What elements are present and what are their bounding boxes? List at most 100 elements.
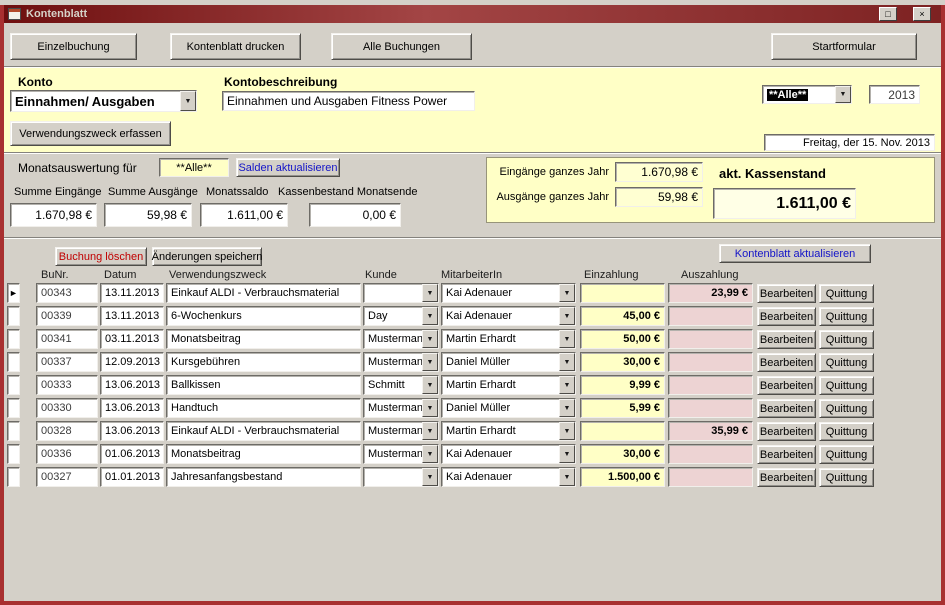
chevron-down-icon[interactable]: ▼ <box>422 422 438 440</box>
verwendungszweck-cell[interactable]: Einkauf ALDI - Verbrauchsmaterial <box>166 283 361 303</box>
verwendungszweck-erfassen-button[interactable]: Verwendungszweck erfassen <box>10 121 171 146</box>
chevron-down-icon[interactable]: ▼ <box>422 399 438 417</box>
chevron-down-icon[interactable]: ▼ <box>559 399 575 417</box>
verwendungszweck-cell[interactable]: Einkauf ALDI - Verbrauchsmaterial <box>166 421 361 441</box>
kunde-combobox[interactable]: Mustermann▼ <box>363 352 439 372</box>
quittung-button[interactable]: Quittung <box>819 284 874 303</box>
verwendungszweck-cell[interactable]: Monatsbeitrag <box>166 444 361 464</box>
bearbeiten-button[interactable]: Bearbeiten <box>757 422 816 441</box>
startformular-button[interactable]: Startformular <box>771 33 917 60</box>
auszahlung-cell[interactable] <box>668 329 753 349</box>
quittung-button[interactable]: Quittung <box>819 376 874 395</box>
auszahlung-cell[interactable] <box>668 352 753 372</box>
record-selector[interactable] <box>7 306 20 326</box>
bearbeiten-button[interactable]: Bearbeiten <box>757 399 816 418</box>
einzahlung-cell[interactable] <box>580 283 665 303</box>
chevron-down-icon[interactable]: ▼ <box>559 284 575 302</box>
kunde-combobox[interactable]: Mustermann▼ <box>363 398 439 418</box>
bearbeiten-button[interactable]: Bearbeiten <box>757 468 816 487</box>
einzahlung-cell[interactable]: 30,00 € <box>580 444 665 464</box>
close-button[interactable]: × <box>913 7 931 21</box>
kunde-combobox[interactable]: Mustermann▼ <box>363 329 439 349</box>
auszahlung-cell[interactable] <box>668 398 753 418</box>
datum-cell[interactable]: 01.01.2013 <box>100 467 164 487</box>
chevron-down-icon[interactable]: ▼ <box>422 376 438 394</box>
chevron-down-icon[interactable]: ▼ <box>422 468 438 486</box>
auszahlung-cell[interactable]: 35,99 € <box>668 421 753 441</box>
record-selector[interactable] <box>7 398 20 418</box>
record-selector[interactable] <box>7 375 20 395</box>
kunde-combobox[interactable]: Schmitt▼ <box>363 375 439 395</box>
chevron-down-icon[interactable]: ▼ <box>559 422 575 440</box>
chevron-down-icon[interactable]: ▼ <box>559 468 575 486</box>
konto-combobox[interactable]: Einnahmen/ Ausgaben ▼ <box>10 90 197 112</box>
salden-aktualisieren-button[interactable]: Salden aktualisieren <box>236 158 340 177</box>
chevron-down-icon[interactable]: ▼ <box>422 307 438 325</box>
einzahlung-cell[interactable] <box>580 421 665 441</box>
monat-filter-combobox[interactable]: **Alle** ▼ <box>762 85 852 104</box>
bearbeiten-button[interactable]: Bearbeiten <box>757 353 816 372</box>
auszahlung-cell[interactable] <box>668 444 753 464</box>
bearbeiten-button[interactable]: Bearbeiten <box>757 330 816 349</box>
kontobeschreibung-field[interactable]: Einnahmen und Ausgaben Fitness Power <box>222 91 475 111</box>
quittung-button[interactable]: Quittung <box>819 422 874 441</box>
bearbeiten-button[interactable]: Bearbeiten <box>757 307 816 326</box>
monat-filter-field[interactable]: **Alle** <box>159 158 229 177</box>
auszahlung-cell[interactable] <box>668 375 753 395</box>
chevron-down-icon[interactable]: ▼ <box>422 284 438 302</box>
chevron-down-icon[interactable]: ▼ <box>559 353 575 371</box>
verwendungszweck-cell[interactable]: Jahresanfangsbestand <box>166 467 361 487</box>
verwendungszweck-cell[interactable]: Kursgebühren <box>166 352 361 372</box>
verwendungszweck-cell[interactable]: Ballkissen <box>166 375 361 395</box>
mitarbeiter-combobox[interactable]: Martin Erhardt▼ <box>441 421 576 441</box>
record-selector[interactable] <box>7 329 20 349</box>
record-selector[interactable] <box>7 444 20 464</box>
kunde-combobox[interactable]: Mustermann▼ <box>363 421 439 441</box>
record-selector[interactable] <box>7 467 20 487</box>
kunde-combobox[interactable]: Day▼ <box>363 306 439 326</box>
mitarbeiter-combobox[interactable]: Daniel Müller▼ <box>441 352 576 372</box>
mitarbeiter-combobox[interactable]: Kai Adenauer▼ <box>441 306 576 326</box>
quittung-button[interactable]: Quittung <box>819 445 874 464</box>
chevron-down-icon[interactable]: ▼ <box>559 376 575 394</box>
datum-cell[interactable]: 12.09.2013 <box>100 352 164 372</box>
mitarbeiter-combobox[interactable]: Kai Adenauer▼ <box>441 467 576 487</box>
kunde-combobox[interactable]: Mustermann▼ <box>363 444 439 464</box>
datum-cell[interactable]: 03.11.2013 <box>100 329 164 349</box>
chevron-down-icon[interactable]: ▼ <box>559 330 575 348</box>
record-selector[interactable]: ► <box>7 283 20 303</box>
chevron-down-icon[interactable]: ▼ <box>835 86 851 103</box>
einzahlung-cell[interactable]: 1.500,00 € <box>580 467 665 487</box>
datum-cell[interactable]: 13.11.2013 <box>100 306 164 326</box>
einzahlung-cell[interactable]: 45,00 € <box>580 306 665 326</box>
bearbeiten-button[interactable]: Bearbeiten <box>757 284 816 303</box>
datum-cell[interactable]: 01.06.2013 <box>100 444 164 464</box>
kontenblatt-drucken-button[interactable]: Kontenblatt drucken <box>170 33 301 60</box>
bearbeiten-button[interactable]: Bearbeiten <box>757 445 816 464</box>
chevron-down-icon[interactable]: ▼ <box>422 445 438 463</box>
bearbeiten-button[interactable]: Bearbeiten <box>757 376 816 395</box>
mitarbeiter-combobox[interactable]: Kai Adenauer▼ <box>441 283 576 303</box>
chevron-down-icon[interactable]: ▼ <box>422 353 438 371</box>
datum-cell[interactable]: 13.06.2013 <box>100 421 164 441</box>
auszahlung-cell[interactable] <box>668 306 753 326</box>
auszahlung-cell[interactable] <box>668 467 753 487</box>
einzahlung-cell[interactable]: 50,00 € <box>580 329 665 349</box>
quittung-button[interactable]: Quittung <box>819 353 874 372</box>
einzahlung-cell[interactable]: 5,99 € <box>580 398 665 418</box>
auszahlung-cell[interactable]: 23,99 € <box>668 283 753 303</box>
aenderungen-speichern-button[interactable]: Änderungen speichern <box>152 247 262 266</box>
mitarbeiter-combobox[interactable]: Kai Adenauer▼ <box>441 444 576 464</box>
mitarbeiter-combobox[interactable]: Martin Erhardt▼ <box>441 329 576 349</box>
datum-cell[interactable]: 13.11.2013 <box>100 283 164 303</box>
chevron-down-icon[interactable]: ▼ <box>180 91 196 111</box>
einzahlung-cell[interactable]: 30,00 € <box>580 352 665 372</box>
kontenblatt-aktualisieren-button[interactable]: Kontenblatt aktualisieren <box>719 244 871 263</box>
record-selector[interactable] <box>7 352 20 372</box>
chevron-down-icon[interactable]: ▼ <box>559 445 575 463</box>
datum-cell[interactable]: 13.06.2013 <box>100 398 164 418</box>
quittung-button[interactable]: Quittung <box>819 307 874 326</box>
chevron-down-icon[interactable]: ▼ <box>559 307 575 325</box>
verwendungszweck-cell[interactable]: 6-Wochenkurs <box>166 306 361 326</box>
mitarbeiter-combobox[interactable]: Martin Erhardt▼ <box>441 375 576 395</box>
